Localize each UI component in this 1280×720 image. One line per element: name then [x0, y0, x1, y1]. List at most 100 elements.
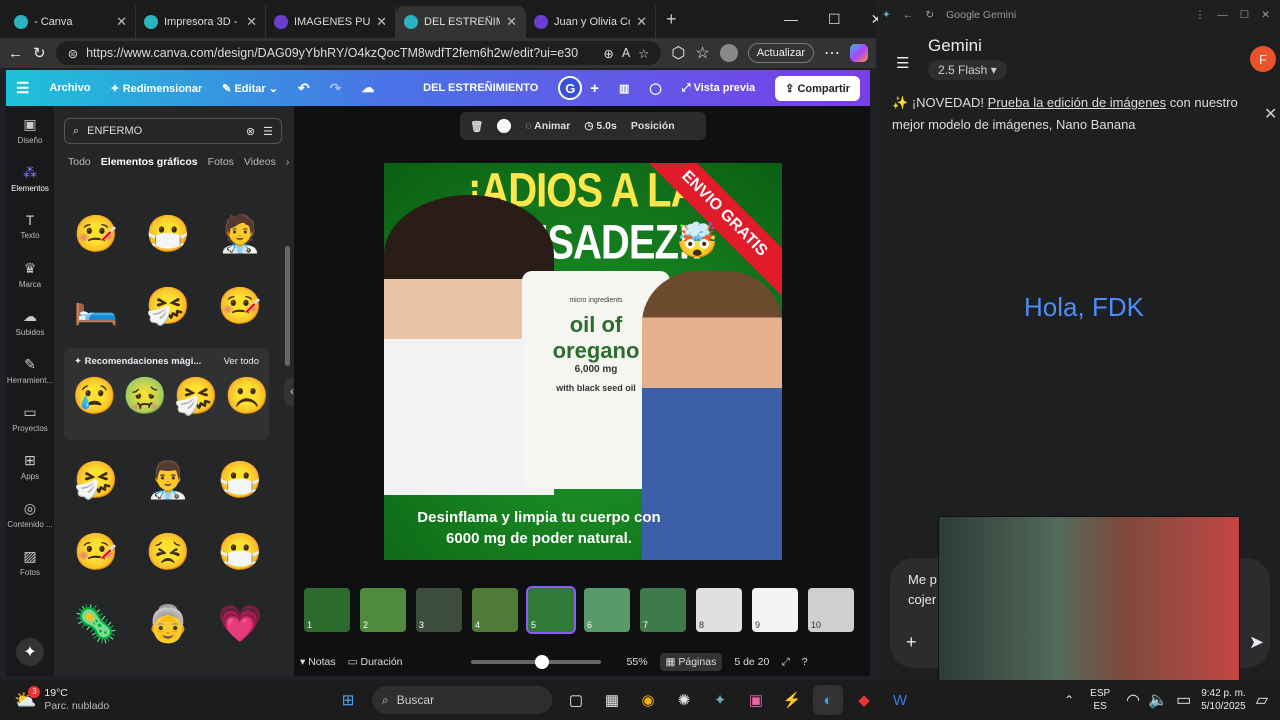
design-canvas[interactable]: ¡ADIOS A LA PESADEZ!! ENVIO GRATIS micro…	[384, 163, 782, 560]
sick-boy-sticker[interactable]: 😣	[136, 520, 200, 584]
rail-item-text[interactable]: T Texto	[6, 202, 54, 250]
page-thumbnail[interactable]: 4	[472, 588, 518, 632]
account-avatar[interactable]: F	[1250, 46, 1276, 72]
edit-menu[interactable]: ✎ Editar ⌄	[222, 82, 278, 95]
close-tab-icon[interactable]: ✕	[506, 14, 517, 30]
calculator-icon[interactable]: ▦	[597, 685, 627, 715]
design-title[interactable]: DEL ESTREÑIMIENTO	[423, 82, 538, 94]
page-thumbnail-selected[interactable]: 5	[526, 586, 576, 634]
close-banner-icon[interactable]: ✕	[1264, 104, 1277, 124]
page-thumbnail[interactable]: 2	[360, 588, 406, 632]
delete-icon[interactable]: 🗑	[470, 120, 483, 133]
thermometer-emoji-sticker[interactable]: 🤒	[208, 274, 272, 338]
insights-icon[interactable]: ▥	[619, 82, 629, 95]
taskbar-search[interactable]: ⌕ Buscar	[372, 686, 552, 714]
profile-avatar[interactable]	[719, 44, 738, 62]
color-swatch[interactable]	[497, 119, 512, 133]
close-tab-icon[interactable]: ✕	[116, 14, 127, 30]
start-icon[interactable]: ⊞	[333, 685, 363, 715]
banner-link[interactable]: Prueba la edición de imágenes	[988, 95, 1167, 110]
reload-icon[interactable]: ↻	[925, 9, 934, 21]
rail-item-design[interactable]: ▣ Diseño	[6, 106, 54, 154]
app-green-icon[interactable]: ⚡	[777, 685, 807, 715]
file-menu[interactable]: Archivo	[49, 82, 90, 94]
animate-button[interactable]: ◌ Animar	[525, 120, 570, 132]
rail-item-tools[interactable]: ✎ Herramient...	[6, 346, 54, 394]
tab-all[interactable]: Todo	[68, 156, 91, 168]
doctor-visit-sticker[interactable]: 👨‍⚕️	[136, 448, 200, 512]
see-all-link[interactable]: Ver todo	[224, 356, 259, 367]
rail-item-photos[interactable]: ▨ Fotos	[6, 538, 54, 586]
zoom-icon[interactable]: ⊕	[603, 46, 613, 61]
rail-item-elements[interactable]: ⁂ Elementos	[6, 154, 54, 202]
favorite-icon[interactable]: ☆	[638, 46, 649, 61]
update-button[interactable]: Actualizar	[747, 43, 814, 63]
page-thumbnail[interactable]: 1	[304, 588, 350, 632]
sick-people-sticker[interactable]: 😷	[136, 202, 200, 266]
position-button[interactable]: Posición	[631, 120, 675, 132]
close-tab-icon[interactable]: ✕	[246, 14, 257, 30]
minimize-icon[interactable]: —	[784, 11, 798, 27]
duration-button[interactable]: ◷ 5.0s	[584, 120, 617, 132]
site-info-icon[interactable]: ⊜	[68, 46, 78, 61]
browser-tab[interactable]: Juan y Olivia Con✕	[526, 6, 656, 38]
back-icon[interactable]: ←	[903, 9, 914, 21]
cloud-saved-icon[interactable]: ☁	[361, 80, 374, 96]
comment-icon[interactable]: ◯	[649, 82, 661, 95]
undo-icon[interactable]: ↶	[298, 80, 310, 97]
close-window-icon[interactable]: ✕	[1261, 9, 1270, 21]
volume-icon[interactable]: 🔈	[1148, 690, 1168, 710]
page-thumbnail[interactable]: 7	[640, 588, 686, 632]
clock[interactable]: 9:42 p. m. 5/10/2025	[1201, 687, 1246, 713]
task-view-icon[interactable]: ▢	[561, 685, 591, 715]
weather-widget[interactable]: ⛅ 3 19°C Parc. nublado	[0, 685, 330, 713]
word-icon[interactable]: W	[885, 685, 915, 715]
copilot-icon[interactable]	[850, 44, 868, 62]
sad-emoji-sticker[interactable]: ☹️	[224, 375, 269, 417]
preview-button[interactable]: ⤢ Vista previa	[682, 82, 755, 95]
rail-item-uploads[interactable]: ☁ Subidos	[6, 298, 54, 346]
add-collaborator-icon[interactable]: +	[590, 80, 599, 97]
maximize-icon[interactable]: ☐	[1240, 9, 1249, 21]
page-thumbnail[interactable]: 6	[584, 588, 630, 632]
more-icon[interactable]: ⋯	[824, 43, 840, 63]
doctor-sticker[interactable]: 🧑‍⚕️	[208, 202, 272, 266]
tab-videos[interactable]: Videos	[244, 156, 276, 168]
virus-sticker[interactable]: 🦠	[64, 592, 128, 656]
chatgpt-icon[interactable]: ✺	[669, 685, 699, 715]
zoom-slider[interactable]	[470, 655, 601, 669]
filter-icon[interactable]: ☰	[263, 125, 273, 138]
browser-tab[interactable]: - Canva ✕	[6, 6, 136, 38]
collaborator-avatar[interactable]: G	[558, 76, 583, 100]
menu-icon[interactable]: ☰	[896, 54, 909, 72]
sneezing-man-sticker[interactable]: 🤧	[64, 448, 128, 512]
add-attachment-icon[interactable]: +	[906, 632, 917, 653]
rail-item-content[interactable]: ◎ Contenido ...	[6, 490, 54, 538]
help-icon[interactable]: ?	[802, 656, 808, 668]
mask-doctor-sticker[interactable]: 😷	[208, 520, 272, 584]
wifi-icon[interactable]: ◠	[1126, 690, 1140, 710]
favorites-icon[interactable]: ☆	[695, 43, 709, 63]
sick-person-sticker[interactable]: 🤒	[64, 202, 128, 266]
rail-item-projects[interactable]: ▭ Proyectos	[6, 394, 54, 442]
edge-icon[interactable]: ◐	[813, 685, 843, 715]
reload-icon[interactable]: ↻	[33, 44, 46, 62]
menu-icon[interactable]: ☰	[16, 79, 29, 97]
sick-grandma-sticker[interactable]: 👵	[136, 592, 200, 656]
panel-scrollbar[interactable]	[285, 246, 290, 366]
share-button[interactable]: ⇪ Compartir	[775, 75, 860, 101]
maximize-icon[interactable]: ☐	[828, 11, 841, 28]
language-indicator[interactable]: ESP ES	[1090, 687, 1110, 713]
rail-item-apps[interactable]: ⊞ Apps	[6, 442, 54, 490]
send-icon[interactable]: ➤	[1249, 632, 1264, 653]
duration-toggle[interactable]: ▭ Duración	[348, 656, 403, 668]
anydesk-icon[interactable]: ◆	[849, 685, 879, 715]
resize-button[interactable]: ✦ Redimensionar	[110, 82, 202, 95]
close-tab-icon[interactable]: ✕	[636, 14, 647, 30]
browser-tab-active[interactable]: DEL ESTREÑIMIEN✕	[396, 6, 526, 38]
model-selector[interactable]: 2.5 Flash ▾	[928, 60, 1007, 80]
zoom-slider-knob[interactable]	[535, 655, 550, 669]
worried-emoji-sticker[interactable]: 😢	[72, 375, 117, 417]
more-icon[interactable]: ⋮	[1195, 9, 1206, 21]
back-icon[interactable]: ←	[8, 45, 23, 62]
